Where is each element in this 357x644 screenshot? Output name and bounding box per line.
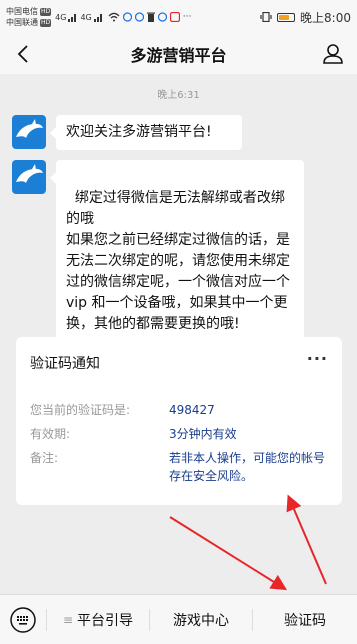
app-square-icon [169, 12, 180, 22]
dolphin-logo-icon-2 [12, 160, 46, 194]
menu-verification-code[interactable]: 验证码 [253, 595, 357, 644]
carrier-1: 中国电信 [6, 7, 38, 16]
verification-code-card[interactable]: 验证码通知 ··· 您当前的验证码是: 498427 有效期: 3分钟内有效 备… [16, 337, 342, 505]
signal-bars-icon-2 [93, 14, 102, 22]
carrier-2: 中国联通 [6, 18, 38, 27]
message-bubble-2[interactable]: 绑定过得微信是无法解绑或者改绑的哦 如果您之前已经绑定过微信的话，是无法二次绑定… [50, 160, 304, 342]
remark-value: 若非本人操作，可能您的帐号存在安全风险。 [169, 451, 326, 483]
card-title: 验证码通知 [30, 356, 100, 372]
wifi-icon [108, 12, 120, 22]
card-more-icon[interactable]: ··· [307, 349, 328, 368]
chat-timestamp: 晚上6:31 [157, 90, 200, 101]
hd-badge-1: HD [40, 7, 52, 16]
menu-platform-guide-label: 平台引导 [77, 613, 134, 629]
menu-game-center-label: 游戏中心 [173, 613, 229, 629]
more-notifications: ··· [182, 12, 192, 22]
code-value: 498427 [169, 403, 215, 417]
arrow-to-remark [286, 494, 327, 585]
status-bar: 中国电信 HD 中国联通 HD 4G 4G ··· 晚上8:00 [0, 0, 357, 34]
menu-verification-code-label: 验证码 [284, 613, 326, 629]
trash-notification-icon [146, 12, 155, 22]
keyboard-icon[interactable] [9, 606, 37, 634]
code-label: 您当前的验证码是: [30, 403, 131, 417]
official-account-avatar[interactable] [12, 115, 46, 149]
message-text-1: 欢迎关注多游营销平台! [66, 124, 212, 140]
official-account-avatar-2[interactable] [12, 160, 46, 194]
clock: 晚上8:00 [300, 10, 351, 25]
menu-list-icon: ≡ [62, 613, 74, 627]
carrier-info: 中国电信 HD 中国联通 HD [6, 6, 52, 28]
status-right: 晚上8:00 [260, 9, 351, 26]
menu-platform-guide[interactable]: ≡ 平台引导 [47, 595, 149, 644]
arrow-to-verify-button [169, 516, 288, 591]
menu-game-center[interactable]: 游戏中心 [150, 595, 252, 644]
signal-bars-icon [68, 14, 77, 22]
dolphin-logo-icon [12, 115, 46, 149]
user-profile-icon[interactable] [321, 42, 345, 66]
validity-label: 有效期: [30, 427, 71, 441]
validity-value: 3分钟内有效 [169, 427, 237, 441]
page-title: 多游营销平台 [130, 46, 227, 65]
bottom-menu-bar: ≡ 平台引导 游戏中心 验证码 [0, 594, 357, 644]
vibrate-icon [260, 12, 272, 22]
notification-icons: ··· [108, 12, 192, 22]
app-notification-icon [122, 12, 132, 22]
back-arrow-icon[interactable] [12, 42, 36, 66]
app-notification-icon-2 [134, 12, 144, 22]
message-bubble-1[interactable]: 欢迎关注多游营销平台! [50, 115, 242, 150]
net-type-2: 4G [80, 13, 92, 22]
net-type-1: 4G [55, 13, 67, 22]
message-text-2: 绑定过得微信是无法解绑或者改绑的哦 如果您之前已经绑定过微信的话，是无法二次绑定… [66, 190, 290, 332]
hd-badge-2: HD [40, 18, 52, 27]
remark-label: 备注: [30, 451, 59, 465]
app-notification-icon-3 [157, 12, 167, 22]
signal-icons: 4G 4G [55, 12, 104, 22]
battery-icon [277, 12, 296, 22]
nav-bar: 多游营销平台 [0, 34, 357, 74]
